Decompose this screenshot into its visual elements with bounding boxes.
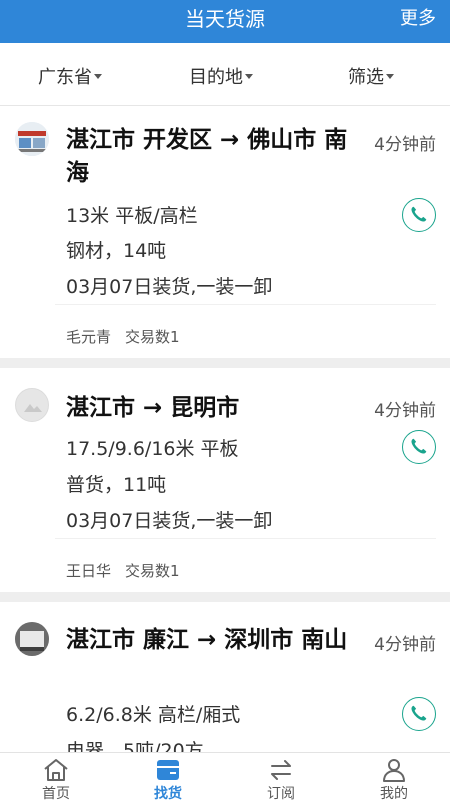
cargo-card[interactable]: 湛江市 开发区 → 佛山市 南海 4分钟前 13米 平板/高栏 钢材，14吨 0… xyxy=(0,106,450,358)
more-button[interactable]: 更多 xyxy=(400,4,436,30)
card-separator xyxy=(0,358,450,368)
phone-icon xyxy=(411,705,427,721)
tab-home[interactable]: 首页 xyxy=(0,753,112,802)
post-time: 4分钟前 xyxy=(374,635,436,655)
filter-bar: 广东省 目的地 筛选 xyxy=(0,43,450,106)
route-title: 湛江市 开发区 → 佛山市 南海 xyxy=(66,127,348,186)
page-title: 当天货源 xyxy=(185,7,265,31)
avatar xyxy=(15,622,49,656)
person-icon xyxy=(383,759,405,782)
vehicle-info: 13米 平板/高栏 xyxy=(66,205,198,227)
cargo-info: 钢材，14吨 xyxy=(66,240,167,262)
avatar-placeholder xyxy=(15,388,49,422)
divider xyxy=(55,538,436,539)
route-title: 湛江市 → 昆明市 xyxy=(66,395,240,421)
route-title: 湛江市 廉江 → 深圳市 南山 xyxy=(66,627,348,653)
avatar xyxy=(15,122,49,156)
deal-count: 交易数1 xyxy=(125,328,180,346)
post-time: 4分钟前 xyxy=(374,401,436,421)
top-header: 当天货源 更多 xyxy=(0,0,450,43)
caret-down-icon xyxy=(386,73,394,79)
province-filter-label: 广东省 xyxy=(38,67,92,88)
tab-find-cargo-label: 找货 xyxy=(154,786,182,802)
contact-row: 毛元青 交易数1 xyxy=(66,326,194,347)
cargo-card[interactable]: 湛江市 廉江 → 深圳市 南山 4分钟前 6.2/6.8米 高栏/厢式 电器，5… xyxy=(0,602,450,752)
swap-arrows-icon xyxy=(271,760,291,780)
tab-subscribe[interactable]: 订阅 xyxy=(225,753,337,802)
tab-mine-label: 我的 xyxy=(380,786,408,802)
destination-filter-label: 目的地 xyxy=(189,67,243,88)
phone-call-button[interactable] xyxy=(402,198,436,232)
vehicle-info: 17.5/9.6/16米 平板 xyxy=(66,438,239,460)
more-filter-label: 筛选 xyxy=(348,67,384,88)
cargo-card[interactable]: 湛江市 → 昆明市 4分钟前 17.5/9.6/16米 平板 普货，11吨 03… xyxy=(0,368,450,592)
phone-icon xyxy=(411,206,427,222)
loading-info: 03月07日装货,一装一卸 xyxy=(66,276,273,298)
phone-call-button[interactable] xyxy=(402,430,436,464)
tab-mine[interactable]: 我的 xyxy=(338,753,450,802)
cargo-info: 电器，5吨/20方 xyxy=(66,740,204,752)
tab-home-label: 首页 xyxy=(42,786,70,802)
cargo-box-icon xyxy=(157,760,179,780)
post-time: 4分钟前 xyxy=(374,135,436,155)
card-separator xyxy=(0,592,450,602)
contact-name: 毛元青 xyxy=(66,328,112,346)
phone-call-button[interactable] xyxy=(402,697,436,731)
tab-subscribe-label: 订阅 xyxy=(267,786,295,802)
vehicle-info: 6.2/6.8米 高栏/厢式 xyxy=(66,704,241,726)
more-filter[interactable]: 筛选 xyxy=(348,63,394,89)
destination-filter[interactable]: 目的地 xyxy=(189,63,253,89)
loading-info: 03月07日装货,一装一卸 xyxy=(66,510,273,532)
province-filter[interactable]: 广东省 xyxy=(38,63,102,89)
bottom-tab-bar: 首页 找货 订阅 我的 xyxy=(0,752,450,802)
contact-name: 王日华 xyxy=(66,562,112,580)
cargo-info: 普货，11吨 xyxy=(66,474,167,496)
contact-row: 王日华 交易数1 xyxy=(66,560,194,581)
phone-icon xyxy=(411,438,427,454)
tab-find-cargo[interactable]: 找货 xyxy=(112,753,224,802)
divider xyxy=(55,304,436,305)
deal-count: 交易数1 xyxy=(125,562,180,580)
caret-down-icon xyxy=(94,73,102,79)
image-placeholder-icon xyxy=(24,404,42,412)
home-icon xyxy=(44,759,68,781)
caret-down-icon xyxy=(245,73,253,79)
